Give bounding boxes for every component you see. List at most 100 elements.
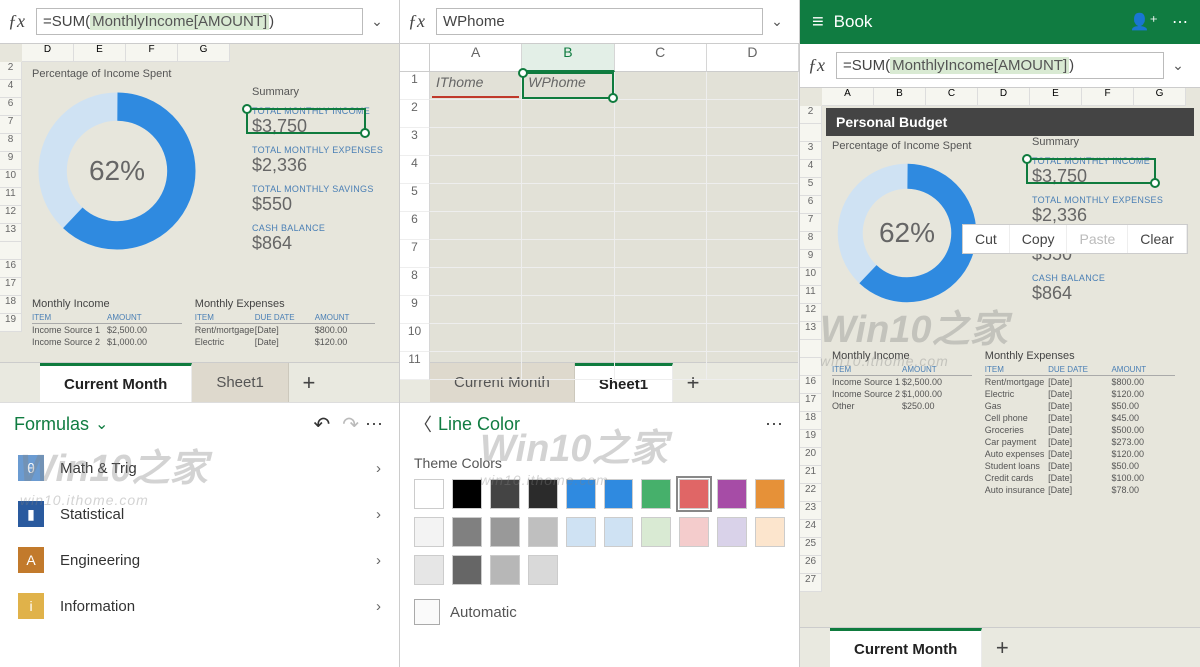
worksheet-grid[interactable]: 2345678910111213161718192021222324252627… bbox=[800, 88, 1200, 627]
col-header[interactable]: E bbox=[1030, 88, 1082, 106]
share-icon[interactable]: 👤⁺ bbox=[1130, 12, 1158, 32]
ctx-cut[interactable]: Cut bbox=[963, 225, 1010, 253]
row-header[interactable]: 26 bbox=[800, 556, 822, 574]
col-header[interactable]: E bbox=[74, 44, 126, 62]
formula-category[interactable]: θMath & Trig› bbox=[0, 445, 399, 491]
color-swatch[interactable] bbox=[528, 555, 558, 585]
cell[interactable] bbox=[430, 184, 522, 212]
formula-input[interactable]: WPhome bbox=[436, 8, 763, 35]
back-icon[interactable]: 〈 bbox=[414, 411, 438, 437]
cell-selection[interactable] bbox=[522, 72, 614, 99]
color-swatch[interactable] bbox=[528, 517, 558, 547]
cell[interactable] bbox=[707, 324, 799, 352]
row-header[interactable]: 20 bbox=[800, 448, 822, 466]
formula-category[interactable]: ▮Statistical› bbox=[0, 491, 399, 537]
chevron-down-icon[interactable]: ⌄ bbox=[763, 13, 791, 30]
row-header[interactable]: 3 bbox=[800, 142, 822, 160]
selection-handle-top-left[interactable] bbox=[518, 68, 528, 78]
row-header[interactable]: 7 bbox=[0, 116, 22, 134]
row-header[interactable]: 10 bbox=[800, 268, 822, 286]
table-row[interactable]: Cell phone[Date]$45.00 bbox=[985, 412, 1175, 424]
cell[interactable] bbox=[430, 352, 522, 380]
row-header[interactable]: 8 bbox=[400, 268, 430, 296]
chevron-down-icon[interactable]: ⌄ bbox=[95, 414, 108, 434]
row-header[interactable]: 24 bbox=[800, 520, 822, 538]
row-header[interactable]: 4 bbox=[400, 156, 430, 184]
color-swatch[interactable] bbox=[490, 555, 520, 585]
row-header[interactable]: 7 bbox=[800, 214, 822, 232]
color-swatch[interactable] bbox=[452, 517, 482, 547]
color-swatch[interactable] bbox=[604, 479, 634, 509]
color-swatch[interactable] bbox=[490, 479, 520, 509]
row-header[interactable]: 25 bbox=[800, 538, 822, 556]
cell[interactable] bbox=[430, 156, 522, 184]
color-swatch[interactable] bbox=[566, 517, 596, 547]
col-header-c[interactable]: C bbox=[615, 44, 707, 72]
cell[interactable] bbox=[522, 128, 614, 156]
th-amount[interactable]: AMOUNT bbox=[902, 364, 972, 376]
row-header[interactable]: 21 bbox=[800, 466, 822, 484]
ctx-clear[interactable]: Clear bbox=[1128, 225, 1186, 253]
row-header[interactable]: 5 bbox=[400, 184, 430, 212]
more-icon[interactable]: ⋯ bbox=[365, 414, 385, 435]
row-header[interactable]: 17 bbox=[800, 394, 822, 412]
row-header[interactable]: 6 bbox=[800, 196, 822, 214]
row-header[interactable]: 1 bbox=[400, 72, 430, 100]
row-header[interactable]: 2 bbox=[800, 106, 822, 124]
cell[interactable] bbox=[430, 212, 522, 240]
row-header[interactable]: 23 bbox=[800, 502, 822, 520]
row-header[interactable]: 18 bbox=[0, 296, 22, 314]
row-header[interactable]: 13 bbox=[800, 322, 822, 340]
cell[interactable] bbox=[615, 156, 707, 184]
table-row[interactable]: Auto expenses[Date]$120.00 bbox=[985, 448, 1175, 460]
row-header[interactable]: 3 bbox=[400, 128, 430, 156]
color-swatch[interactable] bbox=[566, 479, 596, 509]
ctx-copy[interactable]: Copy bbox=[1010, 225, 1068, 253]
cell[interactable] bbox=[707, 156, 799, 184]
cell[interactable] bbox=[707, 100, 799, 128]
row-header[interactable]: 9 bbox=[800, 250, 822, 268]
color-swatch[interactable] bbox=[755, 517, 785, 547]
cell[interactable] bbox=[522, 184, 614, 212]
table-row[interactable]: Income Source 2$1,000.00 bbox=[32, 336, 182, 348]
cell[interactable] bbox=[522, 268, 614, 296]
color-swatch[interactable] bbox=[452, 479, 482, 509]
row-header[interactable]: 16 bbox=[800, 376, 822, 394]
th-amount[interactable]: AMOUNT bbox=[315, 312, 375, 324]
cell[interactable] bbox=[707, 268, 799, 296]
cell[interactable] bbox=[430, 324, 522, 352]
cell[interactable] bbox=[522, 324, 614, 352]
more-icon[interactable]: ⋯ bbox=[1172, 12, 1188, 32]
col-header[interactable]: C bbox=[926, 88, 978, 106]
cell[interactable] bbox=[615, 184, 707, 212]
row-header[interactable]: 2 bbox=[400, 100, 430, 128]
cell[interactable] bbox=[707, 72, 799, 100]
cell-selection[interactable] bbox=[1026, 158, 1156, 184]
sheet-tab-current-month[interactable]: Current Month bbox=[40, 363, 192, 402]
color-swatch[interactable] bbox=[755, 479, 785, 509]
col-header[interactable]: D bbox=[22, 44, 74, 62]
cell[interactable] bbox=[707, 240, 799, 268]
row-header[interactable]: 12 bbox=[800, 304, 822, 322]
cell-selection[interactable] bbox=[246, 108, 366, 134]
table-row[interactable]: Auto insurance[Date]$78.00 bbox=[985, 484, 1175, 496]
th-item[interactable]: ITEM bbox=[32, 312, 107, 324]
cell[interactable] bbox=[430, 128, 522, 156]
row-header[interactable]: 18 bbox=[800, 412, 822, 430]
row-header[interactable]: 4 bbox=[800, 160, 822, 178]
row-header[interactable]: 22 bbox=[800, 484, 822, 502]
row-header[interactable]: 16 bbox=[0, 260, 22, 278]
table-row[interactable]: Income Source 1$2,500.00 bbox=[32, 324, 182, 336]
color-swatch[interactable] bbox=[717, 479, 747, 509]
automatic-color[interactable]: Automatic bbox=[414, 599, 785, 625]
cell[interactable] bbox=[615, 296, 707, 324]
row-header[interactable] bbox=[800, 340, 822, 358]
row-header[interactable] bbox=[0, 242, 22, 260]
table-row[interactable]: Student loans[Date]$50.00 bbox=[985, 460, 1175, 472]
cell[interactable] bbox=[707, 352, 799, 380]
sheet-tab-sheet1[interactable]: Sheet1 bbox=[192, 363, 289, 402]
redo-icon[interactable]: ↷ bbox=[342, 412, 359, 437]
color-swatch[interactable] bbox=[679, 517, 709, 547]
table-row[interactable]: Rent/mortgage[Date]$800.00 bbox=[985, 376, 1175, 388]
row-header[interactable]: 5 bbox=[800, 178, 822, 196]
